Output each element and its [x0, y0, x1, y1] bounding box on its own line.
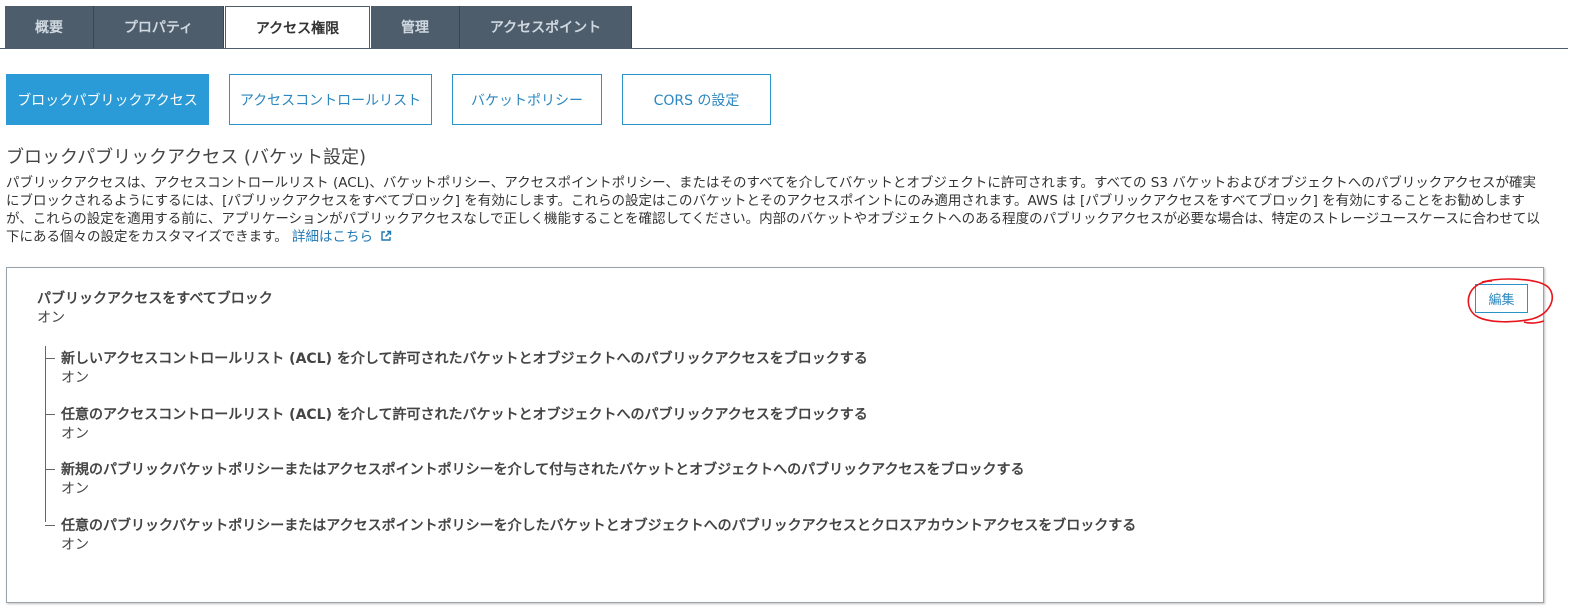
description-text: パブリックアクセスは、アクセスコントロールリスト (ACL)、バケットポリシー、… — [6, 175, 1540, 245]
tab-permissions[interactable]: アクセス権限 — [225, 6, 370, 49]
block-all-public-access-label: パブリックアクセスをすべてブロック — [37, 291, 273, 307]
setting-label: 任意のパブリックバケットポリシーまたはアクセスポイントポリシーを介したバケットと… — [61, 518, 1137, 534]
main-tab-bar: 概要 プロパティ アクセス権限 管理 アクセスポイント — [0, 0, 1574, 50]
setting-status: オン — [61, 481, 89, 497]
subtab-access-control-list[interactable]: アクセスコントロールリスト — [229, 74, 432, 125]
setting-status: オン — [61, 537, 89, 553]
subtab-bucket-policy[interactable]: バケットポリシー — [452, 74, 602, 125]
tab-overview[interactable]: 概要 — [5, 6, 94, 48]
tree-branch — [45, 358, 55, 359]
setting-status: オン — [61, 426, 89, 442]
subtab-cors-configuration[interactable]: CORS の設定 — [622, 74, 771, 125]
setting-label: 新しいアクセスコントロールリスト (ACL) を介して許可されたバケットとオブジ… — [61, 351, 868, 367]
block-public-access-panel: パブリックアクセスをすべてブロック オン 編集 新しいアクセスコントロールリスト… — [6, 267, 1554, 603]
tree-branch — [45, 469, 55, 470]
tree-branch — [45, 525, 55, 526]
settings-tree-line — [45, 346, 46, 522]
section-title: ブロックパブリックアクセス (バケット設定) — [6, 147, 366, 168]
setting-label: 新規のパブリックバケットポリシーまたはアクセスポイントポリシーを介して付与された… — [61, 462, 1025, 478]
learn-more-link[interactable]: 詳細はこちら — [292, 229, 392, 245]
setting-status: オン — [61, 370, 89, 386]
tab-bar-divider — [0, 48, 1568, 49]
setting-label: 任意のアクセスコントロールリスト (ACL) を介して許可されたバケットとオブジ… — [61, 407, 868, 423]
external-link-icon — [381, 230, 392, 241]
tab-properties[interactable]: プロパティ — [94, 6, 224, 48]
tab-access-points[interactable]: アクセスポイント — [460, 6, 632, 48]
subtab-block-public-access[interactable]: ブロックパブリックアクセス — [6, 74, 209, 125]
s3-bucket-permissions-page: 概要 プロパティ アクセス権限 管理 アクセスポイント ブロックパブリックアクセ… — [0, 0, 1574, 615]
edit-button[interactable]: 編集 — [1475, 284, 1528, 313]
section-description: パブリックアクセスは、アクセスコントロールリスト (ACL)、バケットポリシー、… — [6, 174, 1546, 246]
tab-management[interactable]: 管理 — [371, 6, 460, 48]
block-all-public-access-status: オン — [37, 310, 65, 326]
tree-branch — [45, 414, 55, 415]
learn-more-label: 詳細はこちら — [292, 229, 374, 245]
